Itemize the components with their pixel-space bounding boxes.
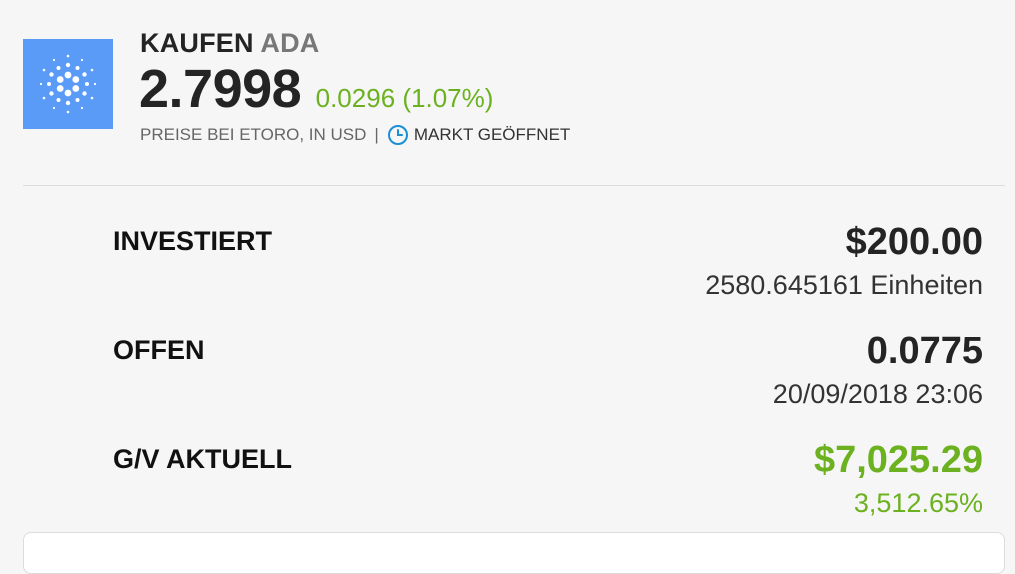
trade-title: KAUFEN ADA (140, 28, 320, 59)
bottom-card (23, 532, 1005, 574)
cardano-logo-icon (39, 54, 97, 114)
pl-amount: $7,025.29 (813, 439, 983, 481)
price-info-line: PREISE BEI ETORO, IN USD | MARKT GEÖFFNE… (140, 124, 570, 146)
pl-percent: 3,512.65% (853, 488, 983, 518)
trade-action: KAUFEN (140, 28, 254, 58)
invested-label: INVESTIERT (113, 226, 273, 256)
asset-symbol: ADA (260, 28, 320, 58)
current-price: 2.7998 (139, 59, 302, 119)
invested-units: 2580.645161 Einheiten (705, 270, 983, 300)
separator: | (374, 125, 379, 144)
open-price: 0.0775 (866, 330, 983, 372)
header-divider (23, 185, 1005, 186)
price-source-note: PREISE BEI ETORO, IN USD (140, 125, 367, 144)
asset-logo (23, 39, 113, 129)
price-change: 0.0296 (1.07%) (315, 83, 494, 113)
clock-icon (387, 124, 409, 146)
invested-amount: $200.00 (845, 221, 983, 263)
pl-label: G/V AKTUELL (113, 444, 292, 474)
market-status: MARKT GEÖFFNET (413, 125, 571, 144)
open-label: OFFEN (113, 335, 205, 365)
open-datetime: 20/09/2018 23:06 (772, 379, 983, 409)
price-row: 2.7998 0.0296 (1.07%) (139, 58, 493, 120)
